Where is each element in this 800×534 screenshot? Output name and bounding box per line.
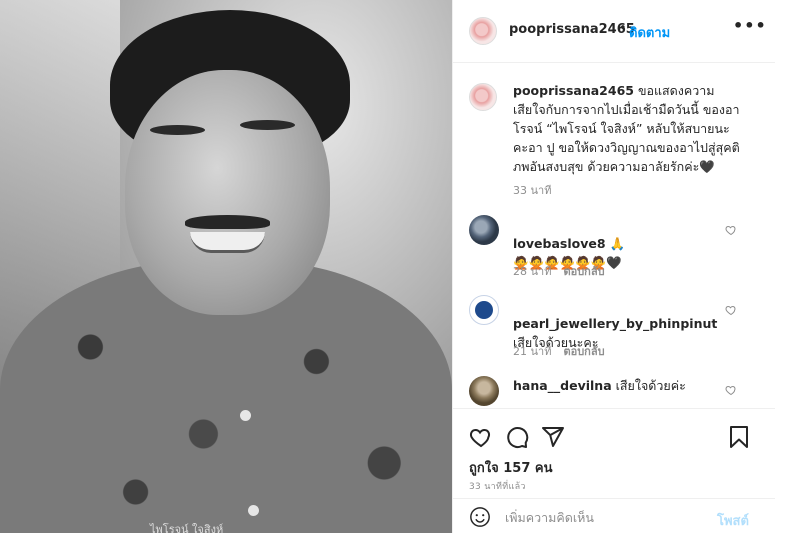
comment-input[interactable] [505,508,715,526]
comment-username[interactable]: lovebaslove8 [513,236,606,251]
avatar[interactable] [469,376,499,406]
separator: • [619,21,627,36]
comment-time: 28 นาที [513,265,552,278]
post-button[interactable]: โพสต์ [717,510,749,531]
more-icon[interactable]: ••• [733,16,767,35]
post-username[interactable]: pooprissana2465 [509,22,635,37]
photo-caption: ไพโรจน์ ใจสิงห์ [150,523,224,533]
comment-username[interactable]: hana__devilna [513,378,612,393]
avatar[interactable] [469,83,497,111]
avatar[interactable] [469,17,497,45]
comment-icon[interactable] [505,425,529,449]
page-margin [775,0,800,533]
post-time: 33 นาทีที่แล้ว [469,482,526,492]
post-panel: pooprissana2465 • ติดตาม ••• pooprissana… [452,0,775,533]
share-icon[interactable] [541,425,565,449]
comment-time: 21 นาที [513,345,552,358]
post-header: pooprissana2465 • ติดตาม ••• [453,0,775,63]
photo-face [125,70,330,315]
caption-username[interactable]: pooprissana2465 [513,83,634,98]
emoji-icon[interactable] [469,506,491,528]
heart-icon[interactable] [725,224,737,236]
likes-count[interactable]: ถูกใจ 157 คน [469,457,552,478]
comments-list[interactable]: pooprissana2465 ขอแสดงความเสียใจกับการจา… [453,63,775,408]
heart-icon[interactable] [725,384,737,396]
caption-time: 33 นาที [513,184,552,197]
comment-text: hana__devilna เสียใจด้วยค่ะ [513,378,686,393]
post-photo[interactable]: ไพโรจน์ ใจสิงห์ [0,0,452,533]
reply-button[interactable]: ตอบกลับ [563,265,604,278]
action-bar: ถูกใจ 157 คน 33 นาทีที่แล้ว [453,408,775,499]
follow-button[interactable]: ติดตาม [629,22,670,43]
bookmark-icon[interactable] [727,425,751,449]
heart-icon[interactable] [725,304,737,316]
reply-button[interactable]: ตอบกลับ [563,345,604,358]
caption-text: pooprissana2465 ขอแสดงความเสียใจกับการจา… [513,83,740,174]
add-comment-bar: โพสต์ [453,498,775,534]
heart-icon[interactable] [469,425,493,449]
avatar[interactable] [469,295,499,325]
avatar[interactable] [469,215,499,245]
comment-username[interactable]: pearl_jewellery_by_phinpinut [513,316,717,331]
